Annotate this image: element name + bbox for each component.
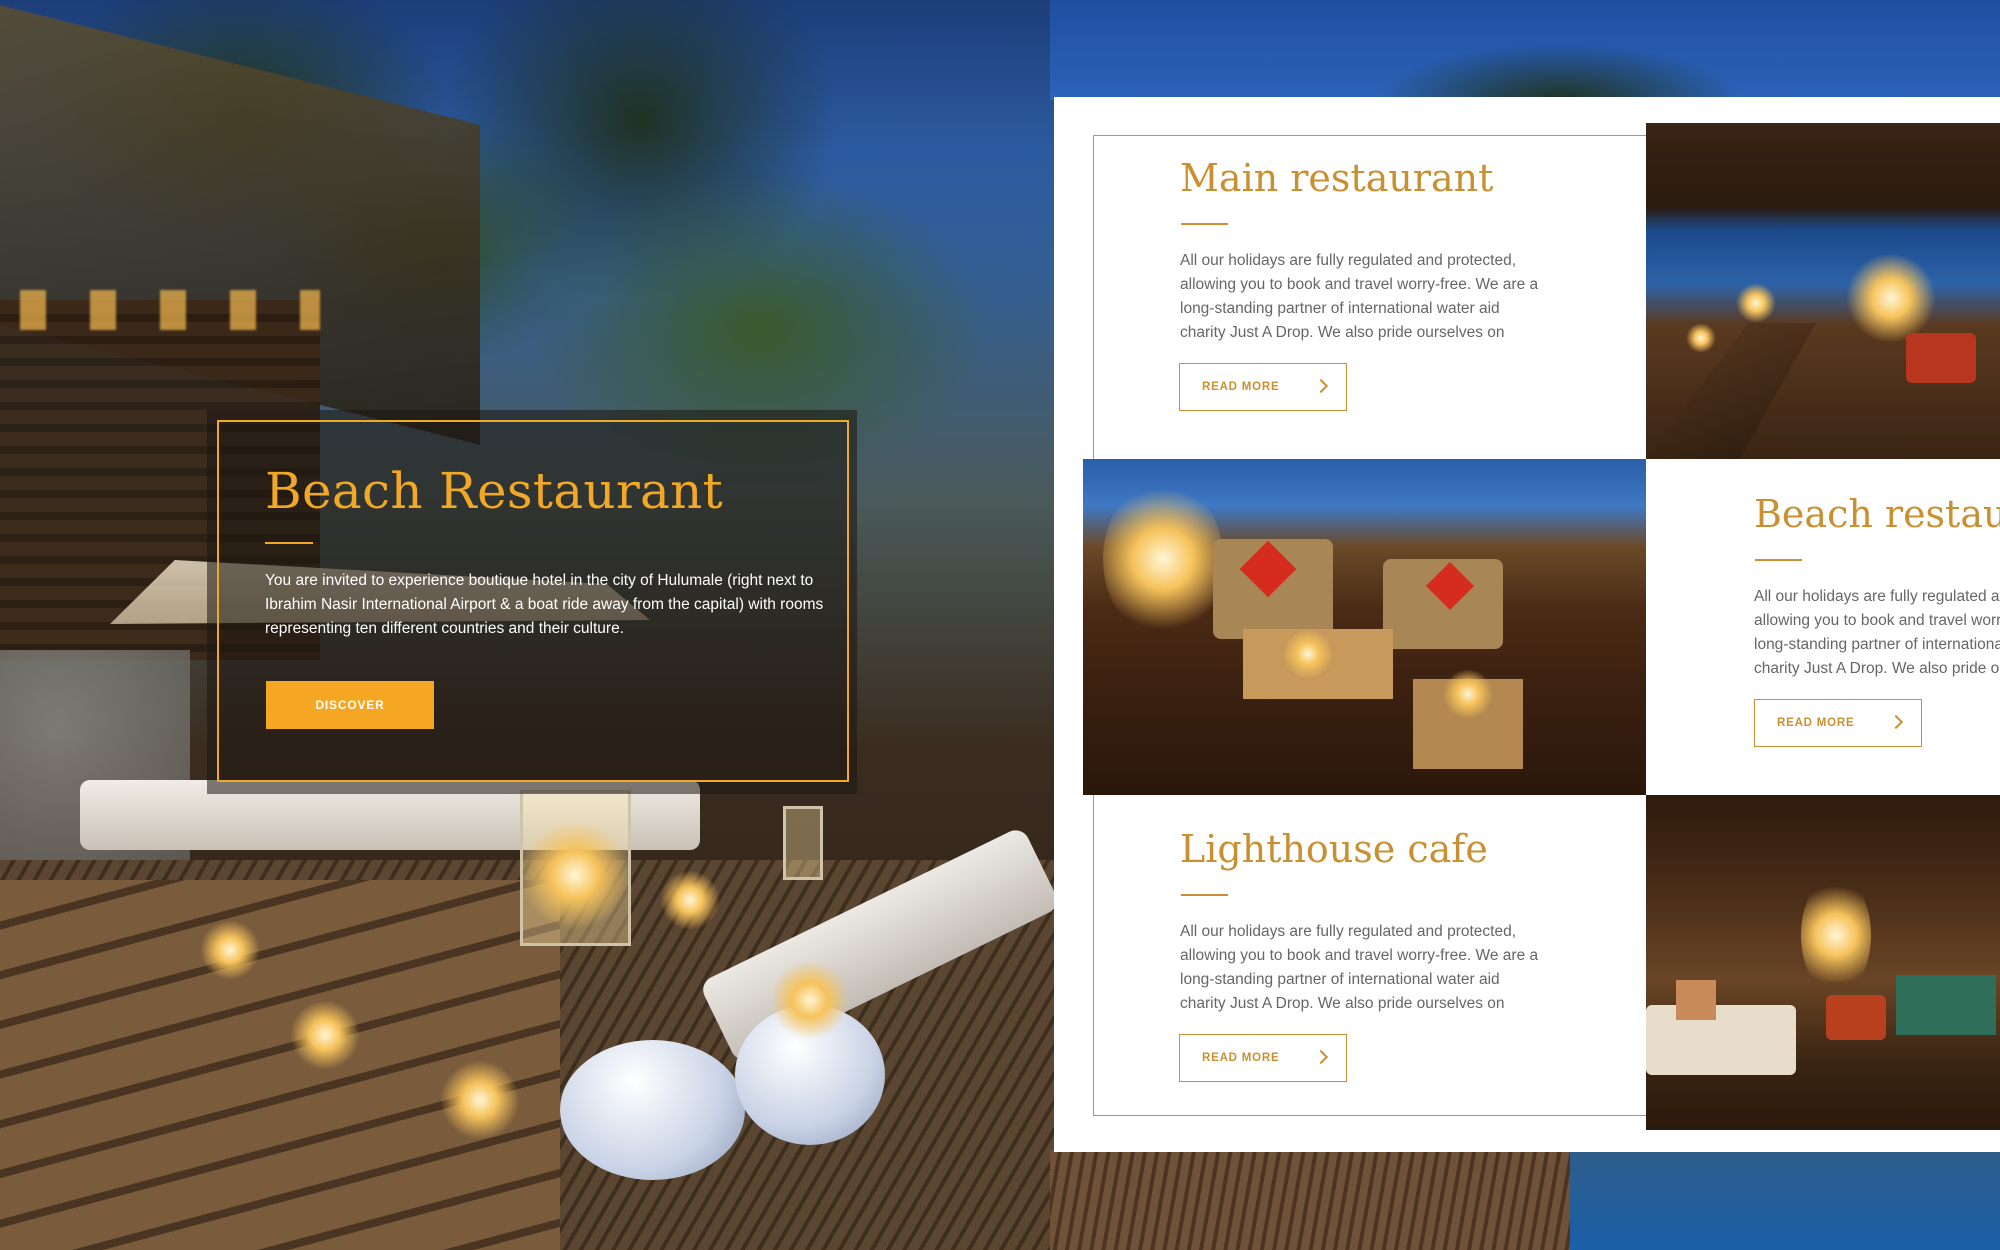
- read-more-label: READ MORE: [1202, 381, 1280, 393]
- lamp-glow: [1846, 253, 1936, 343]
- card-title: Beach restaurant: [1754, 492, 2000, 536]
- main-restaurant-photo: [1646, 123, 2000, 459]
- card-description: All our holidays are fully regulated and…: [1180, 923, 1539, 1012]
- candle-glow: [200, 920, 260, 980]
- read-more-button[interactable]: READ MORE: [1754, 699, 1922, 747]
- candle-glow: [1443, 669, 1493, 719]
- card-divider: [1181, 894, 1228, 896]
- card-title: Lighthouse cafe: [1180, 827, 1488, 871]
- discover-button[interactable]: DISCOVER: [266, 681, 434, 729]
- card-divider: [1755, 559, 1802, 561]
- read-more-label: READ MORE: [1202, 1052, 1280, 1064]
- chevron-right-icon: [1313, 378, 1329, 394]
- card-description: All our holidays are fully regulated and…: [1754, 588, 2000, 677]
- palm-top: [1300, 0, 1820, 100]
- lighthouse-cafe-photo: [1646, 795, 2000, 1130]
- read-more-button[interactable]: READ MORE: [1179, 1034, 1347, 1082]
- beach-restaurant-photo: [1083, 459, 1647, 795]
- pouf-seat: [560, 1040, 745, 1180]
- lamp-glow: [1801, 875, 1871, 995]
- red-armchair: [1826, 995, 1886, 1040]
- glass-lantern: [783, 806, 823, 880]
- candle-glow: [440, 1060, 520, 1140]
- candle-glow: [770, 960, 850, 1040]
- candle-glow: [660, 870, 720, 930]
- candle-glow: [1283, 629, 1333, 679]
- card-description: All our holidays are fully regulated and…: [1180, 252, 1539, 341]
- deck-bottom: [1050, 1150, 1570, 1250]
- lamp-glow: [1686, 323, 1716, 353]
- red-armchair: [1906, 333, 1976, 383]
- hero-title: Beach Restaurant: [265, 462, 724, 520]
- card-divider: [1181, 223, 1228, 225]
- hero-description: You are invited to experience boutique h…: [265, 572, 824, 637]
- lamp-glow: [1736, 283, 1776, 323]
- restaurant-card: Beach restaurant All our holidays are fu…: [1646, 459, 2000, 795]
- card-title: Main restaurant: [1180, 156, 1494, 200]
- hero-divider: [265, 542, 313, 544]
- pool: [1896, 975, 1996, 1035]
- candle-glow: [520, 820, 630, 930]
- chevron-right-icon: [1313, 1049, 1329, 1065]
- read-more-label: READ MORE: [1777, 717, 1855, 729]
- read-more-button[interactable]: READ MORE: [1179, 363, 1347, 411]
- chevron-right-icon: [1888, 714, 1904, 730]
- boardwalk: [1646, 323, 1816, 459]
- hut-lights: [20, 290, 320, 330]
- candle-glow: [290, 1000, 360, 1070]
- daybed: [1646, 1005, 1796, 1075]
- lamp-glow: [1103, 479, 1223, 639]
- cushion: [1676, 980, 1716, 1020]
